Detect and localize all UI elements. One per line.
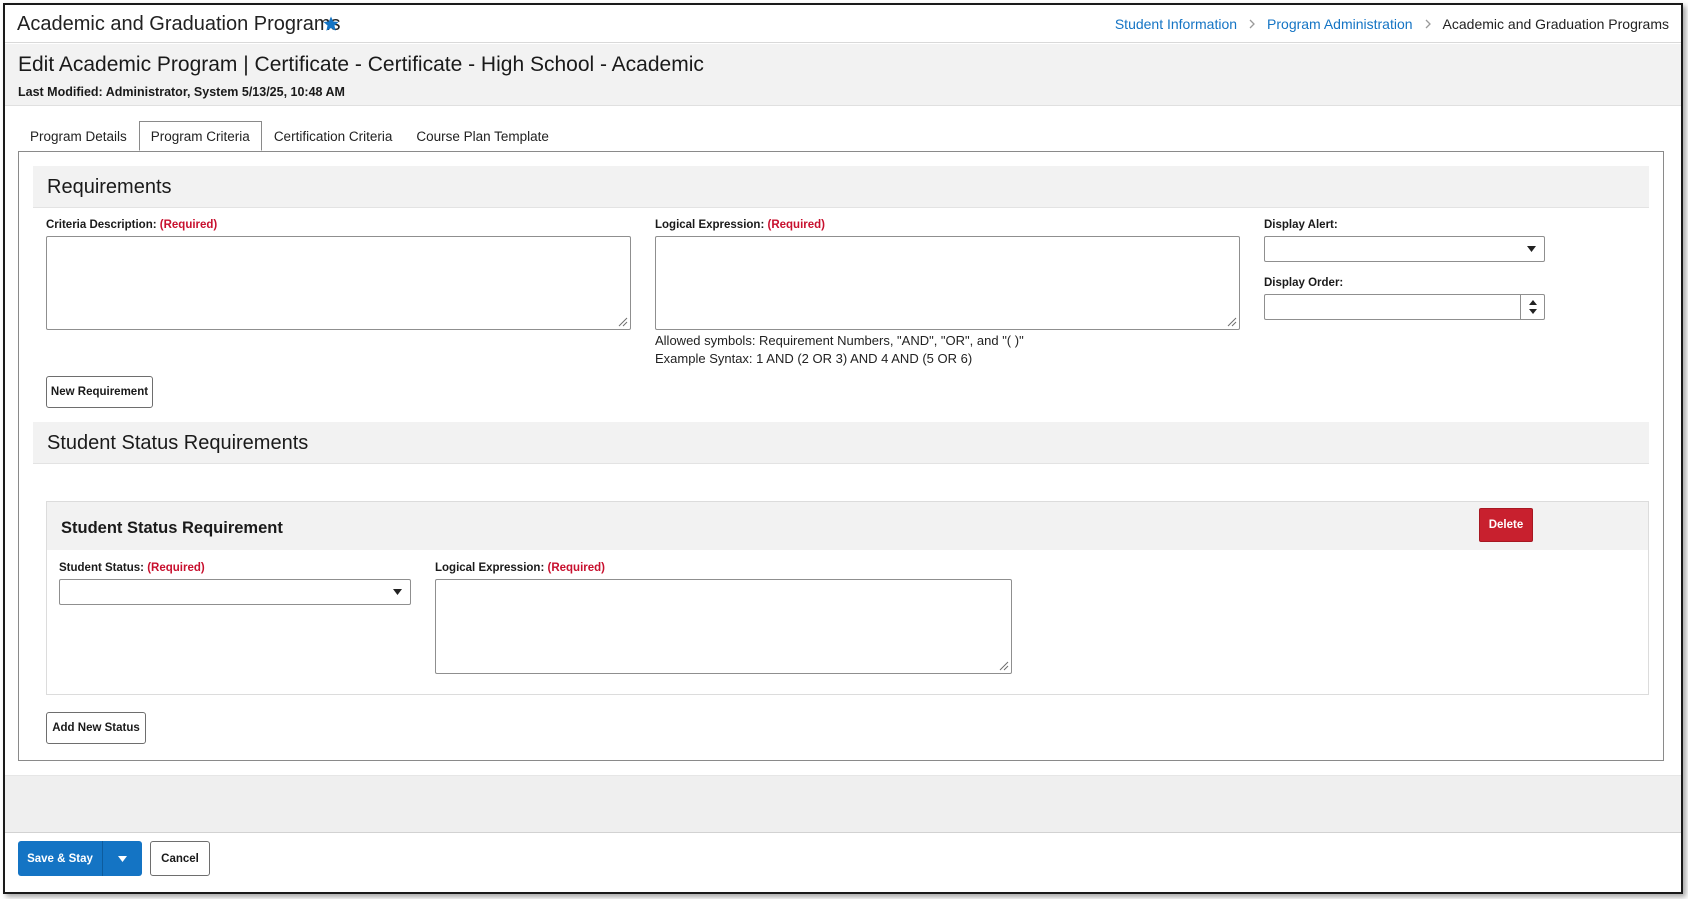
caret-down-icon — [393, 589, 402, 595]
student-status-requirements-header: Student Status Requirements — [33, 422, 1649, 464]
resize-grip-icon[interactable] — [616, 315, 628, 327]
save-options-button[interactable] — [102, 841, 142, 876]
display-alert-select[interactable] — [1264, 236, 1545, 262]
app-window: Academic and Graduation Programs Student… — [3, 3, 1683, 894]
breadcrumb-student-information[interactable]: Student Information — [1115, 16, 1237, 32]
add-new-status-button[interactable]: Add New Status — [46, 712, 146, 744]
requirements-header: Requirements — [33, 166, 1649, 208]
logical-expression-input[interactable] — [655, 236, 1240, 330]
student-status-label: Student Status: (Required) — [59, 562, 205, 574]
cancel-button[interactable]: Cancel — [150, 841, 210, 876]
criteria-description-input[interactable] — [46, 236, 631, 330]
action-bar: Save & Stay Cancel — [5, 832, 1681, 892]
tab-panel: Requirements Criteria Description: (Requ… — [18, 151, 1664, 761]
tab-program-details[interactable]: Program Details — [18, 121, 139, 151]
tab-certification-criteria[interactable]: Certification Criteria — [262, 121, 405, 151]
example-syntax-help: Example Syntax: 1 AND (2 OR 3) AND 4 AND… — [655, 351, 973, 366]
criteria-description-label: Criteria Description: (Required) — [46, 219, 217, 231]
required-indicator: (Required) — [767, 219, 825, 231]
logical-expression-label: Logical Expression: (Required) — [655, 219, 825, 231]
display-order-stepper[interactable] — [1520, 295, 1544, 319]
status-logical-expression-input[interactable] — [435, 579, 1012, 674]
breadcrumb-current: Academic and Graduation Programs — [1442, 16, 1669, 32]
save-button-group: Save & Stay — [18, 841, 142, 876]
empty-area — [5, 775, 1681, 832]
page-header: Edit Academic Program | Certificate - Ce… — [5, 44, 1681, 106]
resize-grip-icon[interactable] — [997, 659, 1009, 671]
caret-down-icon[interactable] — [1529, 309, 1537, 314]
resize-grip-icon[interactable] — [1225, 315, 1237, 327]
card-title: Student Status Requirement — [61, 519, 283, 537]
student-status-requirements-title: Student Status Requirements — [47, 432, 309, 454]
top-bar: Academic and Graduation Programs Student… — [5, 5, 1681, 43]
tab-course-plan-template[interactable]: Course Plan Template — [404, 121, 561, 151]
status-logical-expression-label-text: Logical Expression: — [435, 562, 545, 574]
card-header: Student Status Requirement Delete — [47, 502, 1648, 550]
new-requirement-button[interactable]: New Requirement — [46, 376, 153, 408]
caret-up-icon[interactable] — [1529, 300, 1537, 305]
tab-bar: Program Details Program Criteria Certifi… — [18, 121, 561, 151]
caret-down-icon — [1527, 246, 1536, 252]
criteria-description-label-text: Criteria Description: — [46, 219, 157, 231]
requirements-title: Requirements — [47, 176, 172, 198]
breadcrumb: Student Information Program Administrati… — [1115, 16, 1669, 32]
status-logical-expression-label: Logical Expression: (Required) — [435, 562, 605, 574]
logical-expression-label-text: Logical Expression: — [655, 219, 765, 231]
tab-program-criteria[interactable]: Program Criteria — [138, 121, 262, 151]
last-modified: Last Modified: Administrator, System 5/1… — [18, 85, 345, 99]
display-order-input[interactable] — [1264, 294, 1545, 320]
caret-down-icon — [118, 855, 127, 862]
student-status-requirement-card: Student Status Requirement Delete Studen… — [46, 501, 1649, 695]
delete-button[interactable]: Delete — [1479, 508, 1533, 542]
required-indicator: (Required) — [147, 562, 205, 574]
student-status-select[interactable] — [59, 579, 411, 605]
display-order-label: Display Order: — [1264, 277, 1344, 289]
app-title: Academic and Graduation Programs — [17, 13, 341, 35]
chevron-right-icon — [1425, 19, 1431, 29]
page-title: Edit Academic Program | Certificate - Ce… — [18, 53, 704, 76]
breadcrumb-program-administration[interactable]: Program Administration — [1267, 16, 1413, 32]
chevron-right-icon — [1249, 19, 1255, 29]
student-status-label-text: Student Status: — [59, 562, 144, 574]
required-indicator: (Required) — [159, 219, 218, 231]
required-indicator: (Required) — [547, 562, 605, 574]
allowed-symbols-help: Allowed symbols: Requirement Numbers, "A… — [655, 333, 1024, 348]
star-icon[interactable] — [322, 15, 340, 33]
display-alert-label: Display Alert: — [1264, 219, 1338, 231]
save-and-stay-button[interactable]: Save & Stay — [18, 841, 102, 876]
